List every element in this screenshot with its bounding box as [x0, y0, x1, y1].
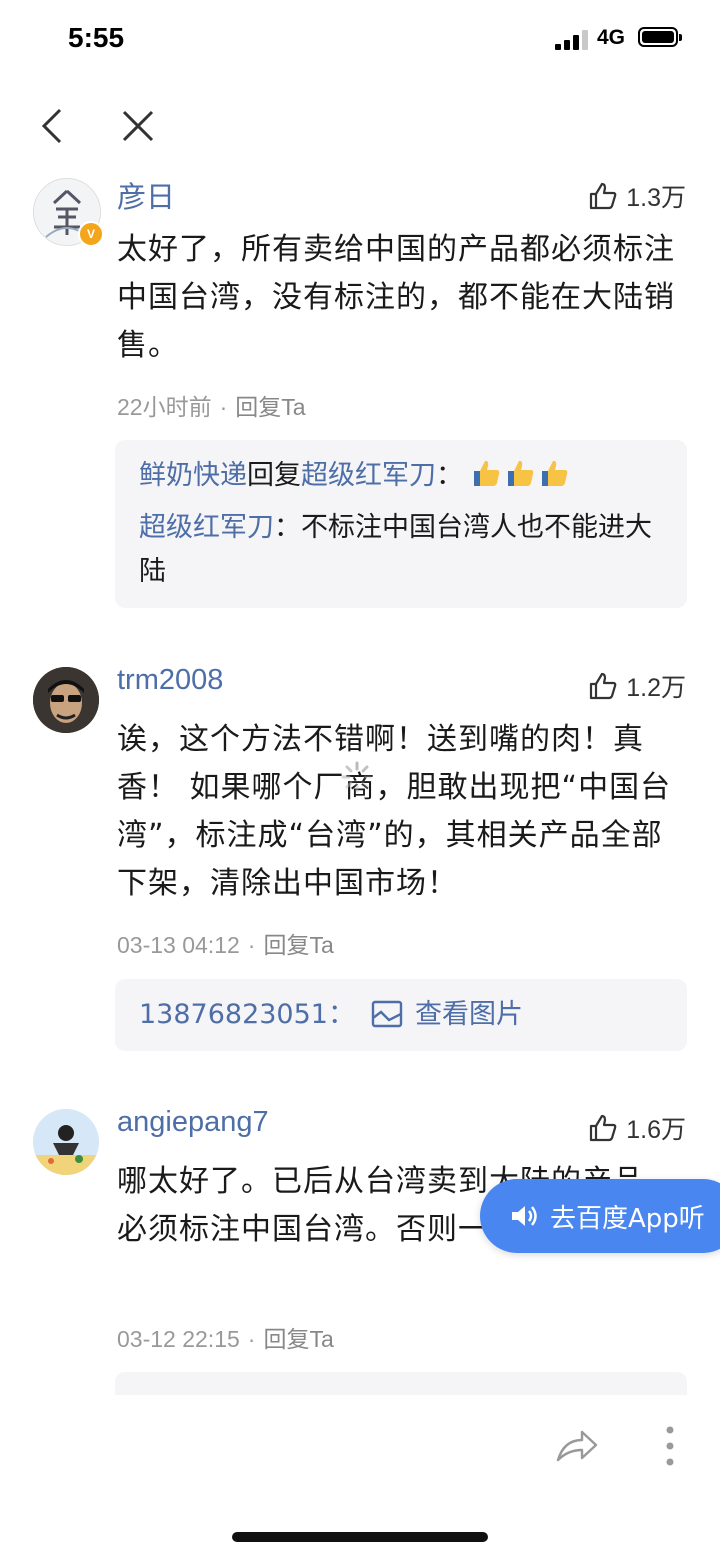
chevron-left-icon [41, 108, 62, 144]
comment-time: 03-13 04:12 [117, 932, 240, 958]
avatar[interactable] [33, 667, 99, 733]
comment-text: 诶，这个方法不错啊！送到嘴的肉！真香！ 如果哪个厂商，胆敢出现把“中国台湾”，标… [117, 722, 672, 901]
status-time: 5:55 [68, 22, 125, 53]
reply-target[interactable]: 超级红军刀 [301, 460, 436, 491]
comment-username[interactable]: trm2008 [117, 664, 223, 697]
loading-spinner-icon [341, 761, 373, 793]
thumbs-up-emoji-icon [473, 460, 499, 486]
home-indicator[interactable] [232, 1532, 488, 1542]
like-count: 1.3万 [626, 184, 686, 212]
reply-link[interactable]: 回复Ta [263, 932, 333, 958]
comment-text: 太好了，所有卖给中国的产品都必须标注中国台湾，没有标注的，都不能在大陆销售。 [117, 232, 675, 363]
reply-verb: 回复 [247, 460, 301, 491]
signal-icon [555, 30, 589, 50]
reply-link[interactable]: 回复Ta [235, 394, 305, 420]
thumbs-up-emoji-icon [507, 460, 533, 486]
comment-meta: 03-13 04:12 · 回复Ta [117, 932, 334, 958]
like-count: 1.2万 [626, 674, 686, 702]
reply-author[interactable]: 超级红军刀 [139, 512, 274, 543]
comment-username[interactable]: angiepang7 [117, 1106, 269, 1139]
close-icon [122, 110, 154, 142]
reply-line: 超级红军刀：不标注中国台湾人也不能进大陆 [139, 506, 663, 594]
close-button[interactable] [118, 106, 158, 146]
reply-author[interactable]: 鲜奶快递 [139, 460, 247, 491]
view-image-link[interactable]: 查看图片 [415, 999, 523, 1030]
comment-username[interactable]: 彦日 [117, 174, 175, 216]
avatar[interactable] [33, 1109, 99, 1175]
thumbs-up-emoji-icon [541, 460, 567, 486]
comment-time: 22小时前 [117, 394, 212, 420]
reply-author[interactable]: 13876823051 [139, 999, 328, 1030]
share-arrow-icon[interactable] [554, 1426, 600, 1466]
thumbs-up-icon [590, 672, 617, 700]
verified-badge: V [78, 221, 104, 247]
network-type: 4G [597, 26, 626, 49]
like-button[interactable]: 1.3万 [588, 178, 686, 214]
thumbs-up-icon [590, 182, 617, 210]
status-bar: 5:55 4G [0, 0, 720, 80]
reply-separator: ： [327, 999, 355, 1030]
thumbs-up-icon [590, 1114, 617, 1142]
comment-time: 03-12 22:15 [117, 1326, 240, 1352]
like-count: 1.6万 [626, 1116, 686, 1144]
comment-meta: 03-12 22:15 · 回复Ta [117, 1326, 334, 1352]
reply-link[interactable]: 回复Ta [263, 1326, 333, 1352]
reply-box[interactable]: 13876823051： 查看图片 [115, 979, 687, 1051]
reply-separator: ： [436, 460, 463, 491]
back-button[interactable] [36, 106, 76, 146]
comment-meta: 22小时前 · 回复Ta [117, 394, 306, 420]
reply-separator: ： [274, 512, 301, 543]
image-icon [371, 1000, 403, 1028]
like-button[interactable]: 1.2万 [588, 668, 686, 704]
like-button[interactable]: 1.6万 [588, 1110, 686, 1146]
listen-button-label: 去百度App听 [550, 1203, 705, 1234]
reply-line: 鲜奶快递回复超级红军刀： [139, 454, 663, 498]
reply-box[interactable]: 鲜奶快递回复超级红军刀： 超级红军刀：不标注中国台湾人也不能进大陆 [115, 440, 687, 608]
more-vertical-icon[interactable] [660, 1424, 680, 1468]
battery-icon [638, 27, 682, 47]
speaker-icon [512, 1206, 537, 1226]
listen-in-app-button[interactable]: 去百度App听 [480, 1179, 720, 1253]
